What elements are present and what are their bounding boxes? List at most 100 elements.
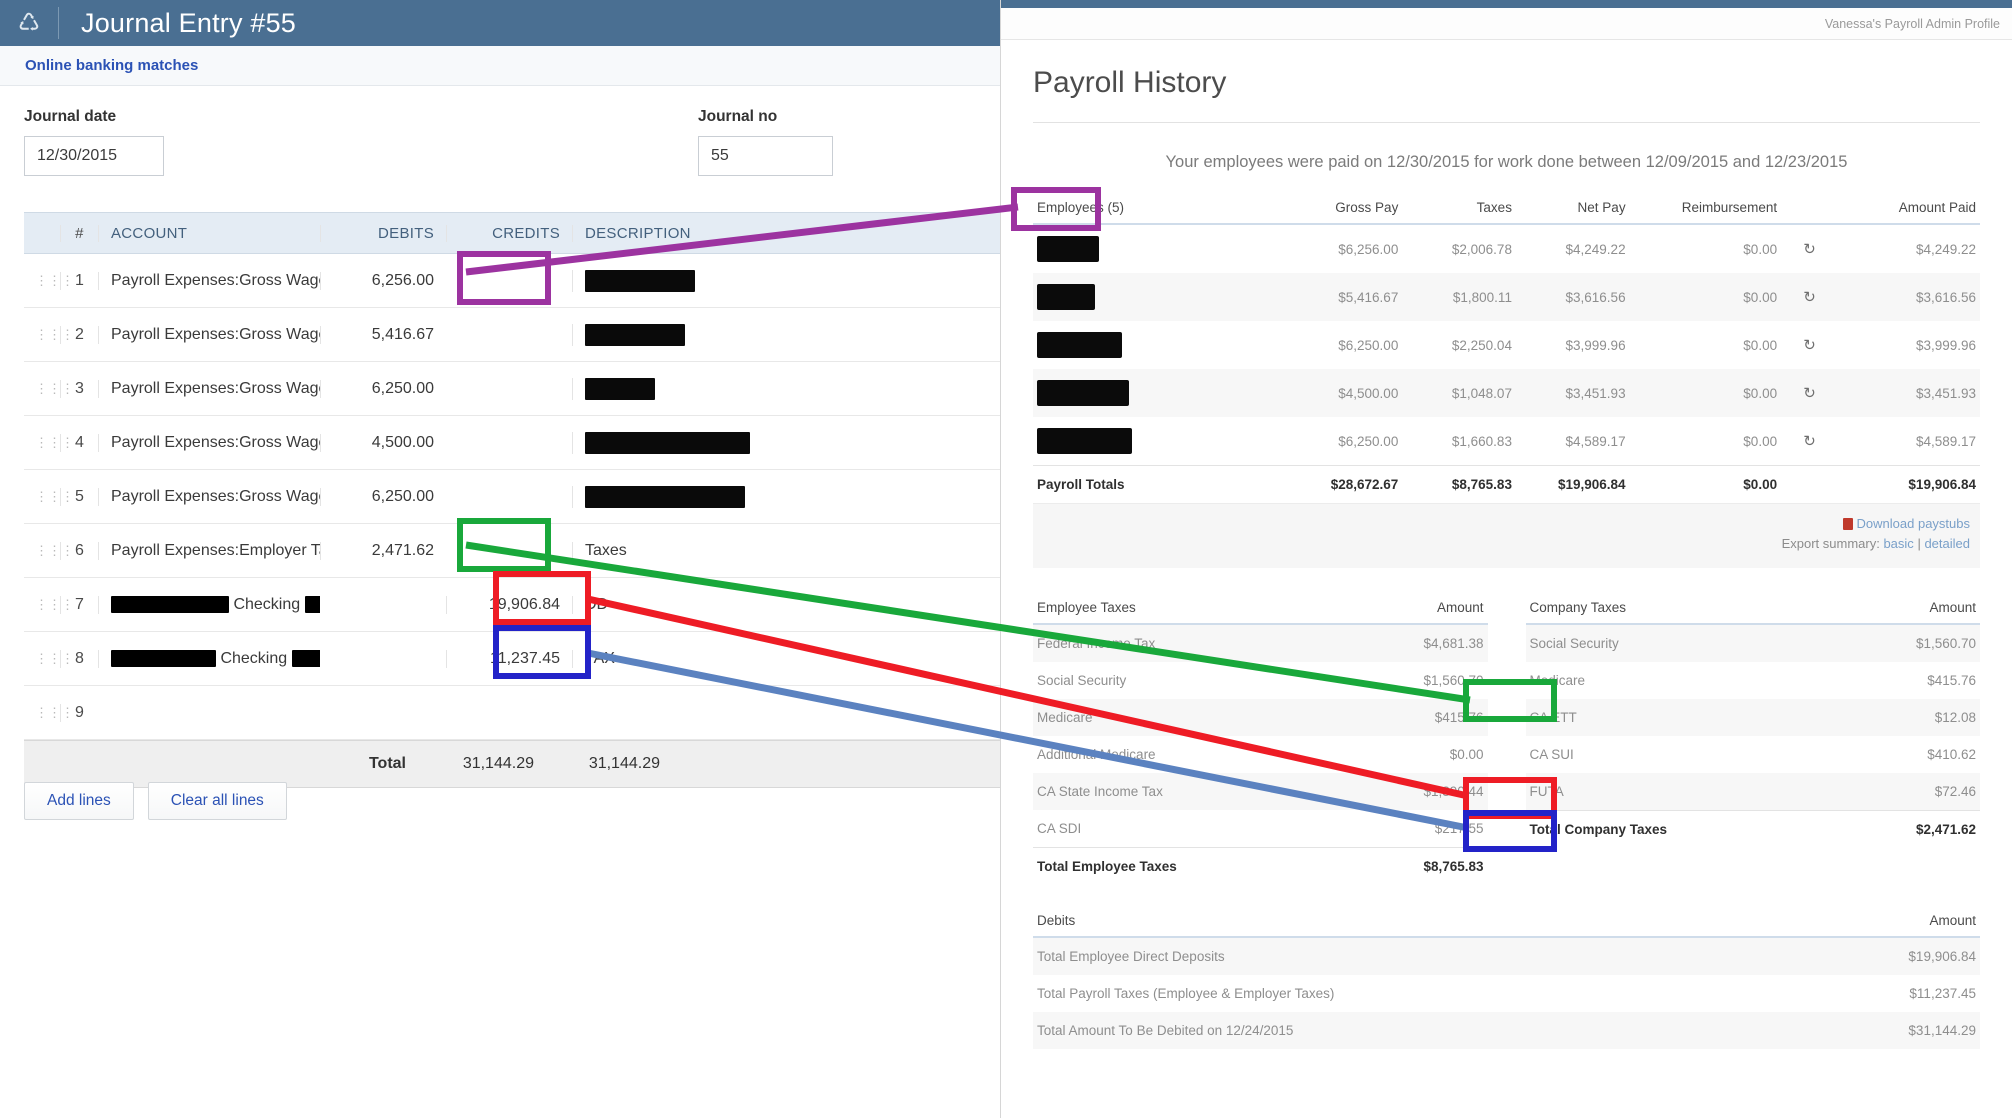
- redacted-text: [585, 270, 695, 292]
- employee-name: [1033, 321, 1279, 369]
- journal-entry-titlebar: ♺ Journal Entry #55: [0, 0, 1000, 46]
- online-banking-bar: Online banking matches: [0, 46, 1000, 86]
- rotate-icon[interactable]: ↻: [1781, 224, 1838, 273]
- company-tax-amount: $1,560.70: [1835, 624, 1980, 662]
- rotate-icon[interactable]: ↻: [1781, 273, 1838, 321]
- add-lines-button[interactable]: Add lines: [24, 782, 134, 820]
- table-row[interactable]: ⋮⋮⋮7 Checking 19,906.84DD: [24, 578, 1000, 632]
- description-cell[interactable]: DD: [572, 596, 872, 614]
- account-cell[interactable]: Payroll Expenses:Employer Tax: [98, 542, 320, 560]
- rotate-icon[interactable]: ↻: [1781, 369, 1838, 417]
- table-row[interactable]: ⋮⋮⋮9: [24, 686, 1000, 740]
- drag-handle-icon[interactable]: ⋮⋮⋮: [24, 603, 60, 607]
- debits-cell[interactable]: 5,416.67: [320, 326, 446, 344]
- table-row[interactable]: ⋮⋮⋮1Payroll Expenses:Gross Wages6,256.00: [24, 254, 1000, 308]
- employee-amount-paid: $4,249.22: [1838, 224, 1980, 273]
- table-row[interactable]: ⋮⋮⋮4Payroll Expenses:Gross Wages4,500.00: [24, 416, 1000, 470]
- account-cell[interactable]: Payroll Expenses:Gross Wages: [98, 272, 320, 290]
- payroll-totals-label: Payroll Totals: [1033, 466, 1279, 504]
- journal-fields-row: Journal date 12/30/2015 Journal no 55: [0, 86, 1000, 202]
- online-banking-matches-link[interactable]: Online banking matches: [25, 57, 198, 74]
- employee-row[interactable]: $5,416.67$1,800.11$3,616.56$0.00↻$3,616.…: [1033, 273, 1980, 321]
- company-taxes-column: Company Taxes Amount Social Security$1,5…: [1526, 594, 1981, 885]
- account-cell[interactable]: Checking: [98, 650, 320, 668]
- employee-tax-amount: $0.00: [1344, 736, 1487, 773]
- rotate-icon[interactable]: ↻: [1781, 417, 1838, 466]
- total-debits: 31,144.29: [420, 755, 546, 773]
- clear-all-lines-button[interactable]: Clear all lines: [148, 782, 287, 820]
- employee-taxes-column: Employee Taxes Amount Federal Income Tax…: [1033, 594, 1488, 885]
- employee-row[interactable]: $6,256.00$2,006.78$4,249.22$0.00↻$4,249.…: [1033, 224, 1980, 273]
- table-row[interactable]: ⋮⋮⋮3Payroll Expenses:Gross Wages6,250.00: [24, 362, 1000, 416]
- employee-taxes-total-amount: $8,765.83: [1344, 848, 1487, 886]
- description-cell[interactable]: Taxes: [572, 542, 872, 560]
- account-cell[interactable]: Checking: [98, 596, 320, 614]
- row-number: 3: [60, 380, 98, 398]
- debits-amount-header: Amount: [1792, 907, 1980, 937]
- employee-tax-label: Federal Income Tax: [1033, 624, 1344, 662]
- payroll-totals-paid: $19,906.84: [1838, 466, 1980, 504]
- employee-tax-amount: $1,560.70: [1344, 662, 1487, 699]
- download-paystubs-link[interactable]: Download paystubs: [1857, 516, 1970, 531]
- employee-reimbursement: $0.00: [1630, 369, 1782, 417]
- drag-handle-icon[interactable]: ⋮⋮⋮: [24, 441, 60, 445]
- employee-gross-pay: $5,416.67: [1279, 273, 1402, 321]
- col-icon-spacer: [1781, 194, 1838, 224]
- description-cell[interactable]: [572, 270, 872, 292]
- description-cell[interactable]: [572, 486, 872, 508]
- description-cell[interactable]: [572, 324, 872, 346]
- employee-name: [1033, 369, 1279, 417]
- header-number: #: [60, 225, 98, 242]
- table-row[interactable]: ⋮⋮⋮6Payroll Expenses:Employer Tax2,471.6…: [24, 524, 1000, 578]
- description-cell[interactable]: [572, 432, 872, 454]
- account-cell[interactable]: Payroll Expenses:Gross Wages: [98, 434, 320, 452]
- employee-row[interactable]: $4,500.00$1,048.07$3,451.93$0.00↻$3,451.…: [1033, 369, 1980, 417]
- journal-date-input[interactable]: 12/30/2015: [24, 136, 164, 176]
- company-tax-label: Social Security: [1526, 624, 1836, 662]
- debits-cell[interactable]: 6,250.00: [320, 488, 446, 506]
- debits-cell[interactable]: 6,256.00: [320, 272, 446, 290]
- payroll-totals-gross: $28,672.67: [1279, 466, 1402, 504]
- drag-handle-icon[interactable]: ⋮⋮⋮: [24, 549, 60, 553]
- header-description: DESCRIPTION: [572, 225, 872, 242]
- account-cell[interactable]: Payroll Expenses:Gross Wages: [98, 380, 320, 398]
- drag-handle-icon[interactable]: ⋮⋮⋮: [24, 387, 60, 391]
- row-number: 1: [60, 272, 98, 290]
- drag-handle-icon[interactable]: ⋮⋮⋮: [24, 333, 60, 337]
- table-row[interactable]: ⋮⋮⋮2Payroll Expenses:Gross Wages5,416.67: [24, 308, 1000, 362]
- employee-gross-pay: $6,256.00: [1279, 224, 1402, 273]
- table-row[interactable]: ⋮⋮⋮5Payroll Expenses:Gross Wages6,250.00: [24, 470, 1000, 524]
- employee-row[interactable]: $6,250.00$2,250.04$3,999.96$0.00↻$3,999.…: [1033, 321, 1980, 369]
- debit-amount: $19,906.84: [1792, 937, 1980, 975]
- export-detailed-link[interactable]: detailed: [1924, 536, 1970, 551]
- debits-cell[interactable]: 4,500.00: [320, 434, 446, 452]
- debit-label: Total Employee Direct Deposits: [1033, 937, 1792, 975]
- table-row[interactable]: ⋮⋮⋮8 Checking 11,237.45TAX: [24, 632, 1000, 686]
- employee-name: [1033, 273, 1279, 321]
- redacted-text: [585, 324, 685, 346]
- employee-tax-label: Social Security: [1033, 662, 1344, 699]
- journal-no-input[interactable]: 55: [698, 136, 833, 176]
- employee-gross-pay: $6,250.00: [1279, 417, 1402, 466]
- credits-cell[interactable]: 19,906.84: [446, 596, 572, 614]
- drag-handle-icon[interactable]: ⋮⋮⋮: [24, 657, 60, 661]
- description-cell[interactable]: [572, 378, 872, 400]
- credits-cell[interactable]: 11,237.45: [446, 650, 572, 668]
- table-row: Additional Medicare$0.00: [1033, 736, 1488, 773]
- debits-cell[interactable]: 2,471.62: [320, 542, 446, 560]
- employee-row[interactable]: $6,250.00$1,660.83$4,589.17$0.00↻$4,589.…: [1033, 417, 1980, 466]
- debits-cell[interactable]: 6,250.00: [320, 380, 446, 398]
- journal-lines-table: # ACCOUNT DEBITS CREDITS DESCRIPTION ⋮⋮⋮…: [24, 212, 1000, 788]
- employee-net-pay: $3,999.96: [1516, 321, 1630, 369]
- debit-label: Total Payroll Taxes (Employee & Employer…: [1033, 975, 1792, 1012]
- export-basic-link[interactable]: basic: [1883, 536, 1913, 551]
- drag-handle-icon[interactable]: ⋮⋮⋮: [24, 279, 60, 283]
- employee-taxes: $1,048.07: [1402, 369, 1516, 417]
- row-number: 9: [60, 704, 98, 722]
- account-cell[interactable]: Payroll Expenses:Gross Wages: [98, 488, 320, 506]
- rotate-icon[interactable]: ↻: [1781, 321, 1838, 369]
- description-cell[interactable]: TAX: [572, 650, 872, 668]
- drag-handle-icon[interactable]: ⋮⋮⋮: [24, 495, 60, 499]
- account-cell[interactable]: Payroll Expenses:Gross Wages: [98, 326, 320, 344]
- drag-handle-icon[interactable]: ⋮⋮⋮: [24, 711, 60, 715]
